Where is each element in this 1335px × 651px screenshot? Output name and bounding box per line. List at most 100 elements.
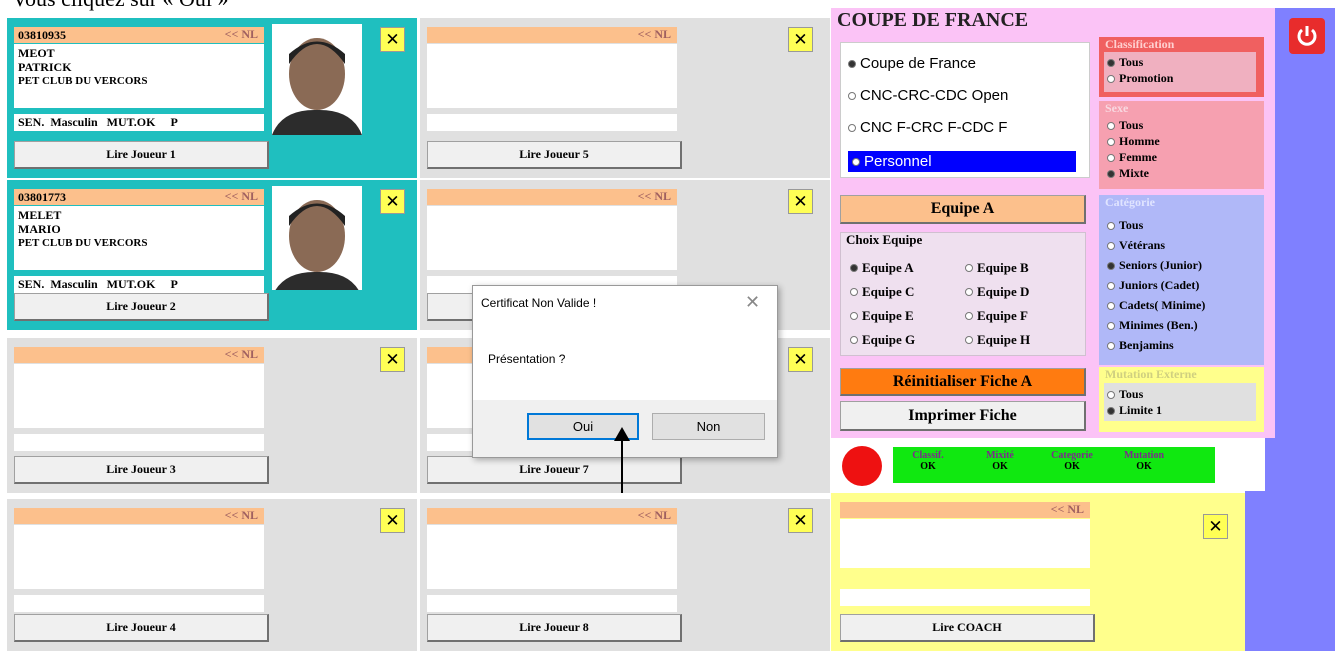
categorie.options-option[interactable]: Seniors (Junior) [1107, 258, 1202, 273]
categorie.options-option[interactable]: Cadets( Minime) [1107, 298, 1205, 313]
equipe-option-label: Equipe D [977, 284, 1030, 299]
equipe-option[interactable]: Equipe C [850, 284, 914, 300]
radio-icon [1107, 137, 1115, 146]
power-button[interactable] [1289, 18, 1325, 54]
dialog-close-icon[interactable]: ✕ [745, 292, 760, 313]
radio-icon [1107, 74, 1115, 83]
radio-icon [852, 157, 860, 166]
player-id: 03801773 [18, 190, 66, 204]
player-status-line: SEN. Masculin MUT.OK P [14, 276, 264, 293]
sexe.options-option[interactable]: Tous [1107, 118, 1143, 133]
player-info-box [14, 525, 264, 589]
classification.options-option[interactable]: Promotion [1107, 71, 1173, 86]
clear-slot-button[interactable]: ✕ [380, 347, 405, 372]
competition.options-option[interactable]: Personnel [848, 151, 1076, 172]
read-player-3-button[interactable]: Lire Joueur 3 [14, 456, 269, 484]
status-label: Mutation [1124, 450, 1164, 461]
clear-slot-button[interactable]: ✕ [788, 508, 813, 533]
categorie.options-option[interactable]: Tous [1107, 218, 1143, 233]
clear-slot-button[interactable]: ✕ [380, 189, 405, 214]
player-first-name: PATRICK [18, 60, 72, 74]
radio-icon [848, 59, 856, 68]
read-player-7-button[interactable]: Lire Joueur 7 [427, 456, 682, 484]
radio-icon [1107, 390, 1115, 399]
nl-link[interactable]: << NL [225, 508, 258, 523]
equipe-option[interactable]: Equipe F [965, 308, 1028, 324]
clear-slot-button[interactable]: ✕ [380, 508, 405, 533]
categorie.options-option[interactable]: Minimes (Ben.) [1107, 318, 1198, 333]
id-bar: << NL [427, 189, 677, 205]
equipe-option[interactable]: Equipe B [965, 260, 1029, 276]
competition.options-option[interactable]: Coupe de France [848, 55, 976, 72]
radio-icon [848, 123, 856, 132]
clear-slot-button[interactable]: ✕ [1203, 514, 1228, 539]
categorie.options-option[interactable]: Benjamins [1107, 338, 1174, 353]
player-panel-5: << NL Lire Joueur 5 ✕ [420, 18, 830, 178]
mutation.options-option[interactable]: Tous [1107, 387, 1143, 402]
player-panel-1: 03810935 << NL MEOT PATRICK PET CLUB DU VERC… [7, 18, 417, 178]
status-value: OK [920, 461, 936, 472]
radio-icon [1107, 153, 1115, 162]
equipe-option[interactable]: Equipe A [850, 260, 914, 276]
nl-link[interactable]: << NL [638, 27, 671, 42]
read-coach-button[interactable]: Lire COACH [840, 614, 1095, 642]
status-indicator [842, 446, 882, 486]
player-photo [272, 24, 362, 135]
close-icon: ✕ [385, 510, 400, 531]
close-icon: ✕ [793, 191, 808, 212]
equipe-option[interactable]: Equipe G [850, 332, 915, 348]
categorie.options-option[interactable]: Vétérans [1107, 238, 1165, 253]
competition.options-option-label: CNC-CRC-CDC Open [860, 87, 1009, 104]
equipe-option-label: Equipe F [977, 308, 1028, 323]
mutation.options-option-label: Limite 1 [1119, 403, 1162, 417]
player-panel-3: << NL Lire Joueur 3 ✕ [7, 338, 417, 493]
sexe.options-option[interactable]: Femme [1107, 150, 1157, 165]
player-first-name: MARIO [18, 222, 61, 236]
status-value: OK [992, 461, 1008, 472]
categorie.options-option[interactable]: Juniors (Cadet) [1107, 278, 1199, 293]
radio-icon [1107, 341, 1115, 350]
categorie.options-option-label: Vétérans [1119, 238, 1165, 252]
classification.options-option[interactable]: Tous [1107, 55, 1143, 70]
mutation.options-option[interactable]: Limite 1 [1107, 403, 1162, 418]
clear-slot-button[interactable]: ✕ [788, 27, 813, 52]
nl-link[interactable]: << NL [638, 508, 671, 523]
categorie.options-option-label: Tous [1119, 218, 1144, 232]
nl-link[interactable]: << NL [225, 27, 258, 42]
radio-icon [850, 288, 858, 296]
nl-link[interactable]: << NL [225, 347, 258, 362]
radio-icon [1107, 321, 1115, 330]
read-player-4-button[interactable]: Lire Joueur 4 [14, 614, 269, 642]
coach-panel: << NL Lire COACH ✕ [831, 493, 1245, 651]
read-player-1-button[interactable]: Lire Joueur 1 [14, 141, 269, 169]
competition.options-option-label: Coupe de France [860, 55, 976, 72]
nl-link[interactable]: << NL [638, 189, 671, 204]
clear-slot-button[interactable]: ✕ [788, 189, 813, 214]
competition.options-option[interactable]: CNC F-CRC F-CDC F [848, 119, 1007, 136]
id-bar: << NL [840, 502, 1090, 518]
read-player-5-button[interactable]: Lire Joueur 5 [427, 141, 682, 169]
equipe-option[interactable]: Equipe D [965, 284, 1029, 300]
close-icon: ✕ [385, 191, 400, 212]
classification-title: Classification [1105, 37, 1175, 51]
sexe.options-option[interactable]: Homme [1107, 134, 1160, 149]
sexe.options-option[interactable]: Mixte [1107, 166, 1149, 181]
player-photo [272, 186, 362, 290]
read-player-2-button[interactable]: Lire Joueur 2 [14, 293, 269, 321]
competition.options-option-label: Personnel [864, 153, 932, 170]
equipe-option[interactable]: Equipe E [850, 308, 914, 324]
radio-icon [1107, 169, 1115, 178]
dialog-no-button[interactable]: Non [652, 413, 765, 440]
clear-slot-button[interactable]: ✕ [380, 27, 405, 52]
id-bar: << NL [427, 508, 677, 524]
read-player-8-button[interactable]: Lire Joueur 8 [427, 614, 682, 642]
equipe-option[interactable]: Equipe H [965, 332, 1030, 348]
reset-fiche-button[interactable]: Réinitialiser Fiche A [840, 368, 1086, 396]
clear-slot-button[interactable]: ✕ [788, 347, 813, 372]
print-fiche-button[interactable]: Imprimer Fiche [840, 401, 1086, 431]
nl-link[interactable]: << NL [1051, 502, 1084, 517]
nl-link[interactable]: << NL [225, 189, 258, 204]
competition.options-option[interactable]: CNC-CRC-CDC Open [848, 87, 1008, 104]
status-item: Mutation OK [1114, 450, 1174, 472]
radio-icon [965, 264, 973, 272]
